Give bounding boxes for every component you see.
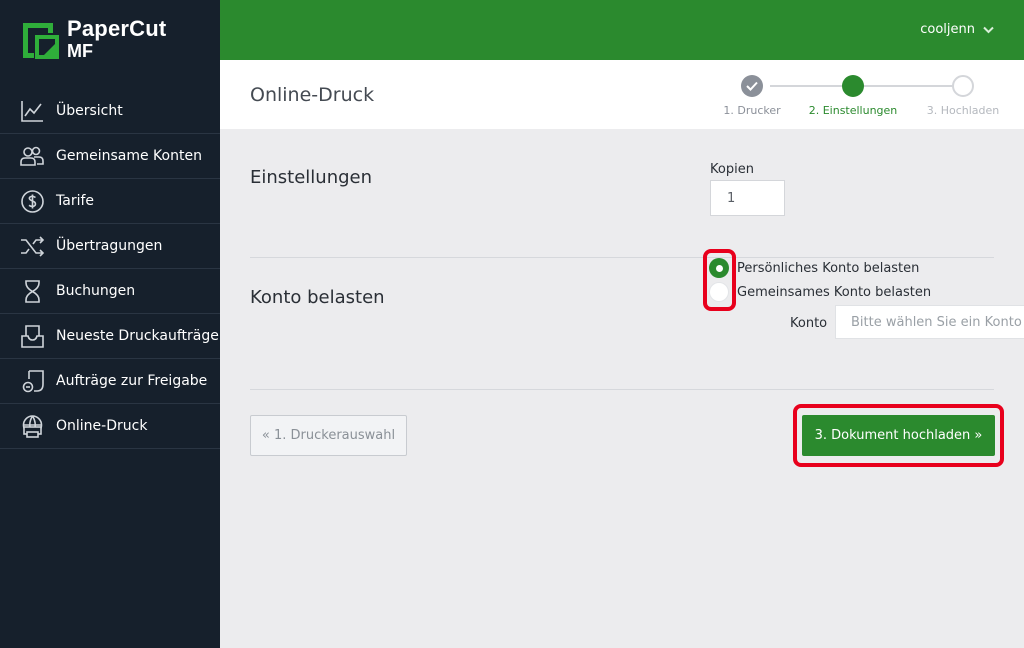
shuffle-icon — [20, 234, 45, 259]
chart-line-icon — [20, 99, 45, 124]
brand-edition: MF — [67, 41, 93, 61]
account-select[interactable]: Bitte wählen Sie ein Konto z — [835, 305, 1024, 339]
copies-label: Kopien — [710, 162, 754, 177]
back-button[interactable]: « 1. Druckerauswahl — [250, 415, 407, 456]
divider — [250, 389, 994, 390]
sidebar-item-label: Buchungen — [56, 283, 136, 299]
page-header: Online-Druck 1. Drucker 2. Einstellungen… — [220, 60, 1024, 129]
highlight-upload-button — [793, 404, 1004, 467]
step-label: 3. Hochladen — [926, 104, 1000, 117]
section-title-einstellungen: Einstellungen — [250, 167, 373, 188]
sidebar-item-label: Online-Druck — [56, 418, 148, 434]
step-einstellungen: 2. Einstellungen — [803, 75, 903, 117]
top-bar: cooljenn — [220, 0, 1024, 60]
highlight-radio-box — [703, 249, 736, 311]
page-title: Online-Druck — [250, 84, 375, 106]
account-label: Konto — [790, 316, 828, 331]
chevron-down-icon — [983, 26, 994, 33]
section-title-konto-belasten: Konto belasten — [250, 287, 385, 308]
sidebar-item-tarife[interactable]: Tarife — [0, 179, 220, 224]
radio-personal-account[interactable]: Persönliches Konto belasten — [709, 258, 919, 278]
hourglass-icon — [20, 279, 45, 304]
print-release-icon — [20, 369, 45, 394]
sidebar-item-gemeinsame-konten[interactable]: Gemeinsame Konten — [0, 134, 220, 179]
sidebar-nav: Übersicht Gemeinsame Konten Tarife Übert… — [0, 89, 220, 449]
sidebar-item-label: Übersicht — [56, 103, 123, 119]
sidebar-item-label: Gemeinsame Konten — [56, 148, 202, 164]
sidebar-item-label: Aufträge zur Freigabe — [56, 373, 208, 389]
step-label: 2. Einstellungen — [808, 104, 898, 117]
brand-name: PaperCut — [67, 16, 167, 41]
step-drucker: 1. Drucker — [702, 75, 802, 117]
web-print-icon — [20, 414, 45, 439]
users-icon — [20, 144, 45, 169]
papercut-logo[interactable]: PaperCut MF — [20, 16, 210, 68]
radio-label: Gemeinsames Konto belasten — [737, 284, 932, 300]
step-dot-active — [842, 75, 864, 97]
radio-shared-account[interactable]: Gemeinsames Konto belasten — [709, 282, 931, 302]
sidebar-item-label: Tarife — [56, 193, 95, 209]
dollar-circle-icon — [20, 189, 45, 214]
inbox-tray-icon — [20, 324, 45, 349]
sidebar-item-neueste-druckauftraege[interactable]: Neueste Druckaufträge — [0, 314, 220, 359]
sidebar-item-buchungen[interactable]: Buchungen — [0, 269, 220, 314]
radio-label: Persönliches Konto belasten — [737, 260, 920, 276]
sidebar-item-online-druck[interactable]: Online-Druck — [0, 404, 220, 449]
sidebar-item-label: Übertragungen — [56, 238, 163, 254]
step-hochladen: 3. Hochladen — [913, 75, 1013, 117]
step-label: 1. Drucker — [723, 104, 781, 117]
user-menu[interactable]: cooljenn — [920, 22, 994, 37]
progress-steps: 1. Drucker 2. Einstellungen 3. Hochladen — [700, 75, 1000, 125]
copies-input[interactable]: 1 — [710, 180, 785, 216]
sidebar-item-auftraege-zur-freigabe[interactable]: Aufträge zur Freigabe — [0, 359, 220, 404]
sidebar: PaperCut MF Übersicht Gemeinsame Konten … — [0, 0, 220, 648]
papercut-logo-icon — [23, 23, 59, 59]
username: cooljenn — [920, 22, 975, 37]
sidebar-item-uebertragungen[interactable]: Übertragungen — [0, 224, 220, 269]
check-icon — [741, 75, 763, 97]
step-dot-pending — [952, 75, 974, 97]
sidebar-item-uebersicht[interactable]: Übersicht — [0, 89, 220, 134]
sidebar-item-label: Neueste Druckaufträge — [56, 328, 219, 344]
